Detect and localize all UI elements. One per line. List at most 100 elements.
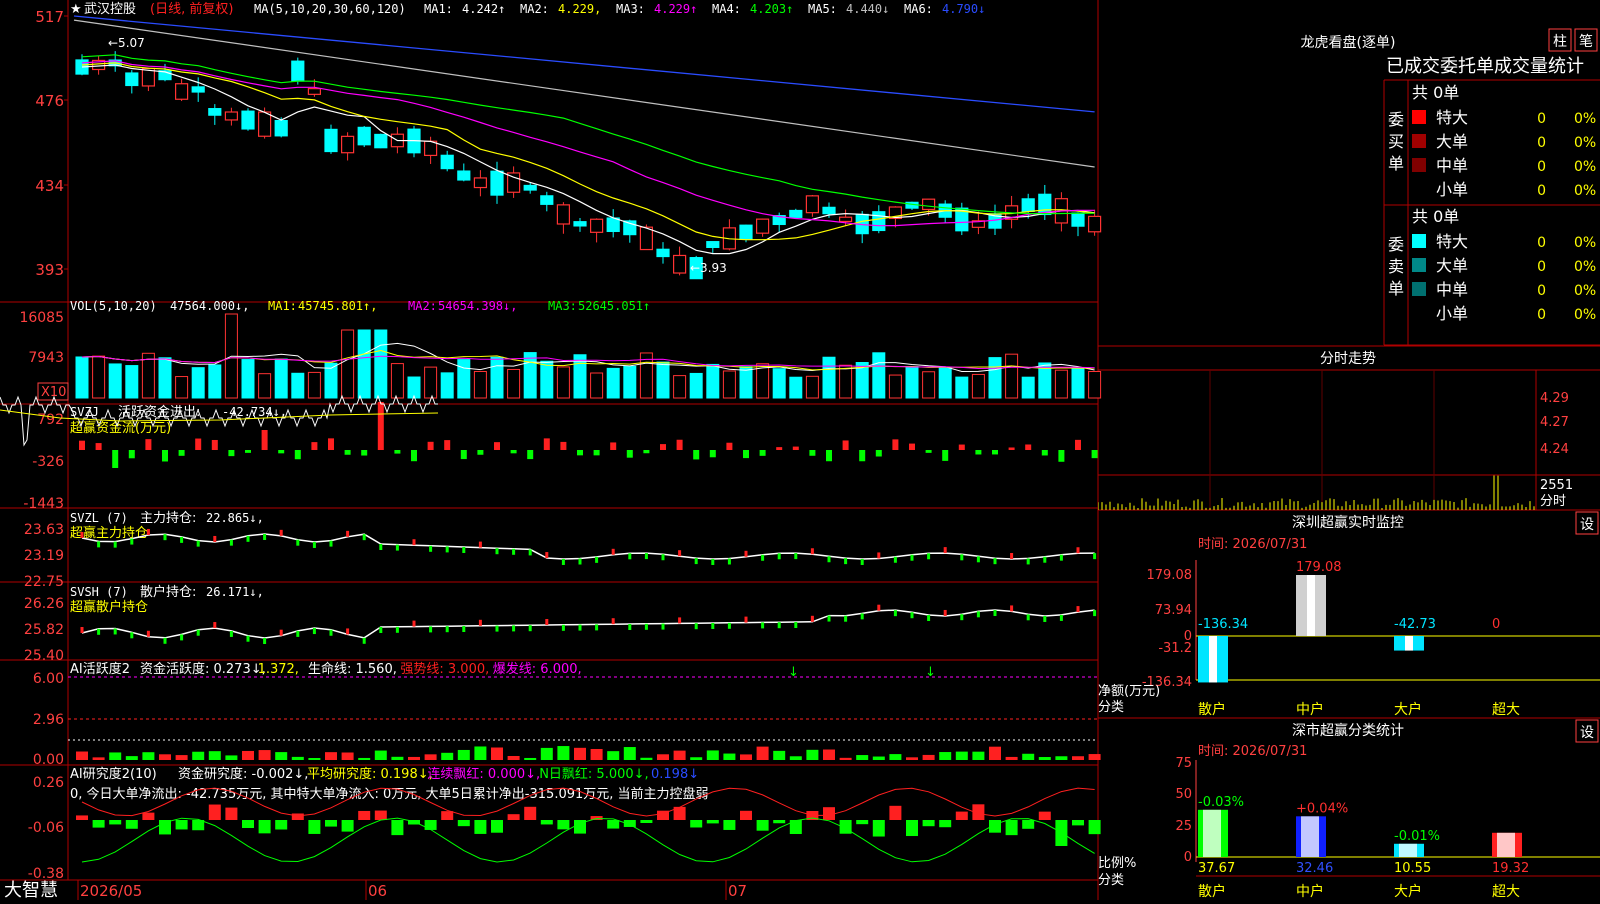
activity-bar [640,757,653,760]
volume-bar [706,363,720,399]
activity-bar [839,757,852,760]
flow-bar-positive [776,447,783,450]
flow-bar-negative [112,450,119,468]
activity-bar [1038,757,1051,760]
flow-bar-positive [958,444,965,450]
flow-bar-negative [228,450,235,457]
hold-marker [213,535,217,542]
research-bars [76,804,1101,846]
candle-body [921,198,936,211]
svsh-desc: 散户持仓: [140,584,196,600]
volume-bar [175,376,189,399]
volume-bar [440,372,454,399]
stats-ylabel: 比例% [1098,856,1136,871]
volume-bar [805,375,819,399]
svzl-title: SVZL (7) [70,511,128,525]
hold-marker [1010,605,1014,612]
hold-marker [927,615,931,622]
hold-marker [246,635,250,642]
hold-marker [1043,556,1047,563]
hold-marker [180,536,184,543]
research-bar-negative [1022,820,1035,829]
vol-ma-value: 45745.801↑, [298,299,377,313]
sell-orders-label: 委 [1388,235,1404,254]
candle-body [374,133,388,149]
ai1-value: 1.372, [258,662,299,677]
candle-body [357,126,371,146]
hold-marker [844,615,848,622]
intraday-price-label: 4.27 [1540,415,1569,430]
flow-bar-negative [643,450,650,454]
sell-row-pct: 0% [1574,283,1596,299]
activity-bar [275,752,288,760]
hold-marker [578,624,582,631]
research-bar-positive [740,810,752,820]
volume-bar [341,329,355,399]
candle-body [125,72,139,87]
candle-body [672,254,687,274]
flow-bar-positive [145,439,152,450]
hold-marker [744,616,748,623]
ma-label: MA2: [520,2,549,16]
research-bar-positive [76,815,88,820]
hold-marker [296,539,300,546]
candle-body [1071,212,1085,227]
buy-row-pct: 0% [1574,135,1596,151]
flow-bar-negative [759,450,766,456]
buy-row-name: 中单 [1436,156,1468,175]
hold-marker [711,623,715,629]
ai2-axis-label: 0.26 [33,775,64,791]
activity-bar [590,748,603,760]
hold-marker [777,553,781,560]
flow-bar-negative [1091,450,1098,459]
candle-body [739,224,753,240]
stats-value: 10.55 [1394,861,1431,876]
volume-bar [905,366,919,399]
flow-bar-negative [278,450,285,454]
research-bar-negative [939,820,952,828]
research-bar-negative [175,820,188,830]
flow-bar-positive [909,443,915,450]
hold-marker [595,624,599,631]
research-bar-negative [424,820,437,830]
volume-bar [872,352,886,399]
hold-marker [561,624,565,631]
ai1-value: 生命线: 1.560, [308,661,397,677]
stats-category: 中户 [1296,883,1324,900]
hold-marker [279,629,283,636]
hold-marker [379,627,383,633]
hold-marker [113,628,117,635]
hold-marker [611,618,615,625]
flow-bar-positive [726,442,733,450]
research-bar-positive [524,806,537,820]
activity-bar [474,746,487,760]
buy-orders-label: 委 [1388,110,1404,129]
hold-marker [761,554,765,561]
star-icon: ★ [70,2,82,17]
hold-marker [727,558,731,565]
hold-marker [429,626,433,633]
flow-bar-negative [527,450,534,460]
activity-bar [607,751,620,760]
sell-orders-label: 单 [1388,279,1404,298]
monitor-xlabel: 分类 [1098,700,1124,715]
hold-marker [412,539,416,546]
hold-marker [279,529,283,536]
activity-bar [142,752,155,760]
x-label-jun: 06 [368,882,387,900]
hold-marker [395,544,399,551]
hold-marker [1026,614,1030,621]
hold-marker [993,558,997,565]
research-bar-positive [1038,811,1051,820]
flow-bar-negative [460,450,467,460]
hold-marker [761,622,765,629]
buy-row-count: 0 [1537,159,1546,175]
hold-marker [827,556,831,563]
hold-marker [495,625,499,632]
volume-bar [888,374,902,399]
monitor-axis-label: -31.2 [1158,641,1192,656]
flow-bar-negative [809,450,816,456]
buy-row-count: 0 [1537,183,1546,199]
candlesticks [75,51,1102,280]
flow-bar-positive [676,439,683,450]
